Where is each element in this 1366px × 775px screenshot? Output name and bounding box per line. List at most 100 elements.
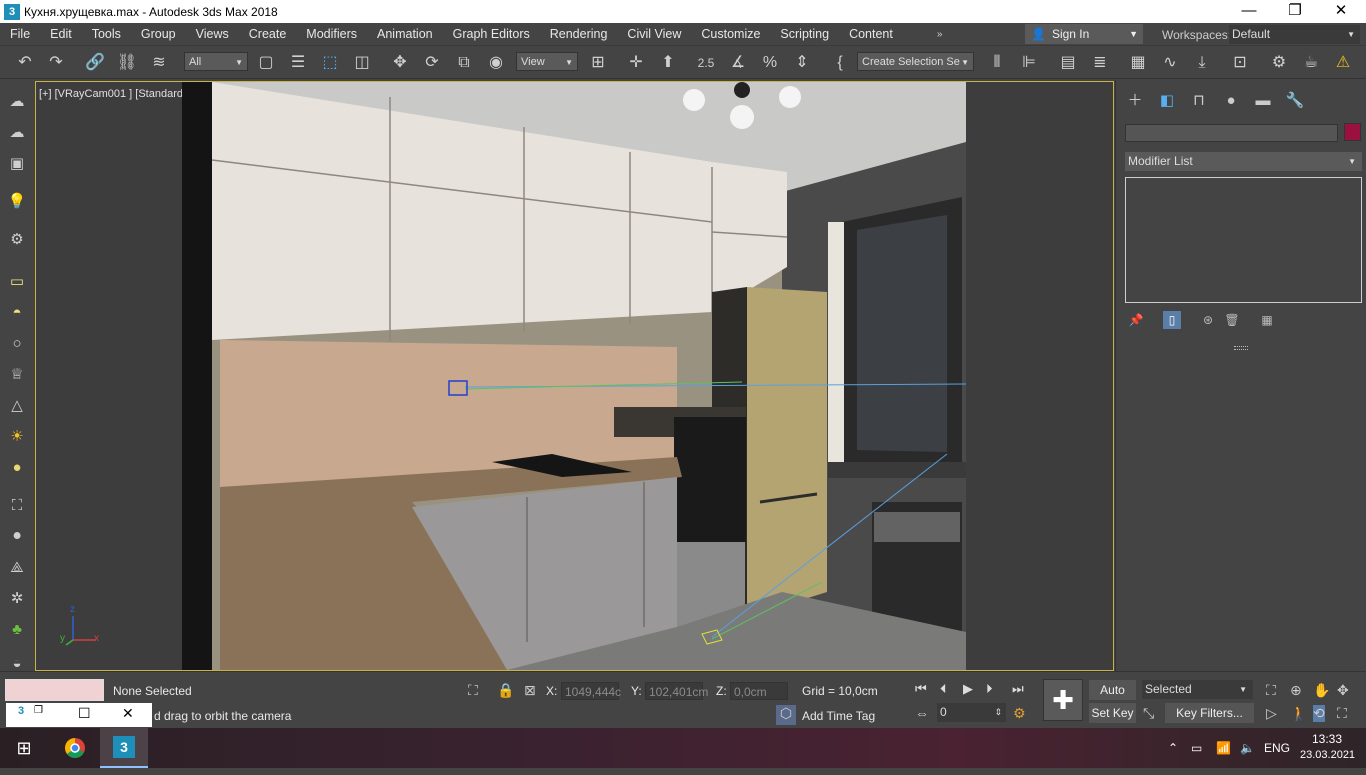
minimized-window[interactable]: 3 ❐ ☐ ✕ [6, 703, 152, 727]
curve-editor-icon[interactable]: ∿ [1159, 52, 1181, 74]
window-crossing-icon[interactable]: ◫ [351, 52, 373, 74]
isolate-selection-icon[interactable]: ⛶ [468, 682, 478, 699]
modify-tab-icon[interactable]: ◧ [1155, 90, 1179, 112]
layer-explorer-icon[interactable]: ≣ [1089, 52, 1111, 74]
scale-icon[interactable]: ⧉ [453, 52, 475, 74]
y-coordinate-field[interactable]: 102,401cm [645, 682, 708, 700]
previous-frame-icon[interactable]: ⏴ [940, 681, 947, 697]
zoom-region-icon[interactable]: ⊕ [1290, 682, 1302, 699]
menu-group[interactable]: Group [131, 23, 186, 45]
menu-edit[interactable]: Edit [40, 23, 82, 45]
menu-scripting[interactable]: Scripting [770, 23, 839, 45]
undo-icon[interactable]: ↶ [14, 52, 36, 74]
configure-modifier-sets-icon[interactable]: ▦ [1258, 311, 1276, 329]
menu-tools[interactable]: Tools [82, 23, 131, 45]
minimize-button[interactable]: — [1226, 0, 1272, 23]
menu-modifiers[interactable]: Modifiers [296, 23, 367, 45]
align-icon[interactable]: ⊫ [1018, 52, 1040, 74]
add-time-tag[interactable]: Add Time Tag [802, 709, 875, 723]
set-key-button[interactable]: Set Key [1089, 703, 1136, 723]
mirror-icon[interactable]: ⫴ [986, 52, 1008, 74]
material-editor-icon[interactable]: ⊡ [1229, 52, 1251, 74]
object-color-swatch[interactable] [1344, 123, 1361, 141]
key-mode-dropdown[interactable]: Selected ▼ [1142, 680, 1253, 699]
select-manipulate-icon[interactable]: ✛ [625, 52, 647, 74]
menu-content[interactable]: Content [839, 23, 903, 45]
start-icon[interactable]: ⊞ [0, 728, 48, 768]
vray-light-lister-icon[interactable]: 💡 [5, 190, 29, 214]
restore-icon[interactable]: ❐ [34, 705, 43, 716]
vray-plane-light-icon[interactable]: ▭ [5, 270, 29, 294]
panel-resize-handle[interactable] [1234, 346, 1248, 350]
walk-through-icon[interactable]: 🚶 [1290, 705, 1307, 722]
angle-snap-icon[interactable]: ∡ [727, 52, 749, 74]
pin-stack-icon[interactable]: 📌 [1127, 311, 1145, 329]
bind-spacewarp-icon[interactable]: ≋ [148, 52, 170, 74]
absolute-mode-icon[interactable]: ⊠ [524, 682, 536, 699]
orbit-icon[interactable]: ✥ [1337, 682, 1349, 699]
vray-sphere-light-icon[interactable]: ○ [5, 332, 29, 356]
language-indicator[interactable]: ENG [1264, 741, 1290, 755]
scene-explorer-icon[interactable]: ▤ [1057, 52, 1079, 74]
selection-filter-dropdown[interactable]: All ▼ [184, 52, 248, 71]
vray-grass-icon[interactable]: ♣ [5, 618, 29, 642]
sign-in-button[interactable]: 👤 Sign In ▼ [1025, 24, 1143, 44]
reference-coordinate-dropdown[interactable]: View ▼ [516, 52, 578, 71]
vray-fur-icon[interactable]: ✲ [5, 587, 29, 611]
3dsmax-taskbar-button[interactable]: 3 [100, 728, 148, 768]
z-coordinate-field[interactable]: 0,0cm [730, 682, 788, 700]
network-icon[interactable]: 📶 [1216, 741, 1231, 755]
current-frame-field[interactable]: 0 ⇕ [937, 703, 1006, 722]
go-to-start-icon[interactable]: ⏮ [915, 681, 927, 697]
redo-icon[interactable]: ↷ [45, 52, 67, 74]
show-end-result-icon[interactable]: ▯ [1163, 311, 1181, 329]
field-of-view-icon[interactable]: ▷ [1266, 705, 1277, 722]
modifier-list-dropdown[interactable]: Modifier List ▼ [1125, 152, 1362, 171]
select-by-name-icon[interactable]: ☰ [287, 52, 309, 74]
next-frame-icon[interactable]: ⏵ [986, 681, 993, 697]
menu-animation[interactable]: Animation [367, 23, 443, 45]
motion-tab-icon[interactable]: ● [1219, 90, 1243, 112]
clock-date[interactable]: 23.03.2021 [1300, 749, 1355, 761]
toggle-ribbon-icon[interactable]: ▦ [1127, 52, 1149, 74]
play-icon[interactable]: ▶ [963, 681, 973, 697]
pan-view-icon[interactable]: ✋ [1313, 682, 1330, 699]
menu-create[interactable]: Create [239, 23, 297, 45]
maxscript-listener[interactable] [5, 679, 104, 701]
time-configuration-icon[interactable]: ⚙ [1013, 705, 1026, 722]
vray-light-icon[interactable]: ☁ [5, 90, 29, 114]
vray-sun-icon[interactable]: ☀ [5, 425, 29, 449]
camera-viewport[interactable]: [+] [VRayCam001 ] [Standard ] [Default S… [35, 81, 1114, 671]
rotate-icon[interactable]: ⟳ [421, 52, 443, 74]
menu-views[interactable]: Views [186, 23, 239, 45]
vray-ambient-light-icon[interactable]: ● [5, 456, 29, 480]
vray-spot-light-icon[interactable]: △ [5, 394, 29, 418]
pivot-center-icon[interactable]: ⊞ [587, 52, 609, 74]
menu-more-icon[interactable]: » [937, 29, 943, 40]
zoom-extents-icon[interactable]: ⛶ [1266, 682, 1276, 699]
snaps-toggle-icon[interactable]: 2.5 [695, 52, 717, 74]
vray-cloud-icon[interactable]: ☁ [5, 121, 29, 145]
go-to-end-icon[interactable]: ⏭ [1012, 681, 1024, 697]
vray-frame-buffer-icon[interactable]: ▣ [5, 152, 29, 176]
vray-sphere-icon[interactable]: ⚫ [5, 525, 29, 549]
menu-customize[interactable]: Customize [691, 23, 770, 45]
hierarchy-tab-icon[interactable]: ⊓ [1187, 90, 1211, 112]
maximize-viewport-icon[interactable]: ⛶ [1337, 705, 1347, 722]
x-coordinate-field[interactable]: 1049,444c [561, 682, 621, 700]
percent-snap-icon[interactable]: % [759, 52, 781, 74]
warning-icon[interactable]: ⚠ [1332, 52, 1354, 74]
placement-icon[interactable]: ◉ [485, 52, 507, 74]
menu-rendering[interactable]: Rendering [540, 23, 618, 45]
default-in-out-tangents-icon[interactable]: ⤡ [1143, 705, 1154, 722]
orbit-camera-icon[interactable]: ⟲ [1313, 705, 1325, 722]
keyboard-shortcut-toggle-icon[interactable]: ⬆ [657, 52, 679, 74]
workspaces-dropdown[interactable]: Default ▼ [1229, 25, 1360, 44]
close-button[interactable]: ✕ [1318, 0, 1364, 23]
key-filters-button[interactable]: Key Filters... [1165, 703, 1254, 723]
vray-plane-icon[interactable]: ⟁ [5, 556, 29, 580]
selection-lock-icon[interactable]: 🔒 [497, 682, 514, 699]
move-icon[interactable]: ✥ [389, 52, 411, 74]
battery-icon[interactable]: ▭ [1191, 741, 1202, 755]
show-hidden-icons-icon[interactable]: ⌃ [1168, 741, 1178, 755]
